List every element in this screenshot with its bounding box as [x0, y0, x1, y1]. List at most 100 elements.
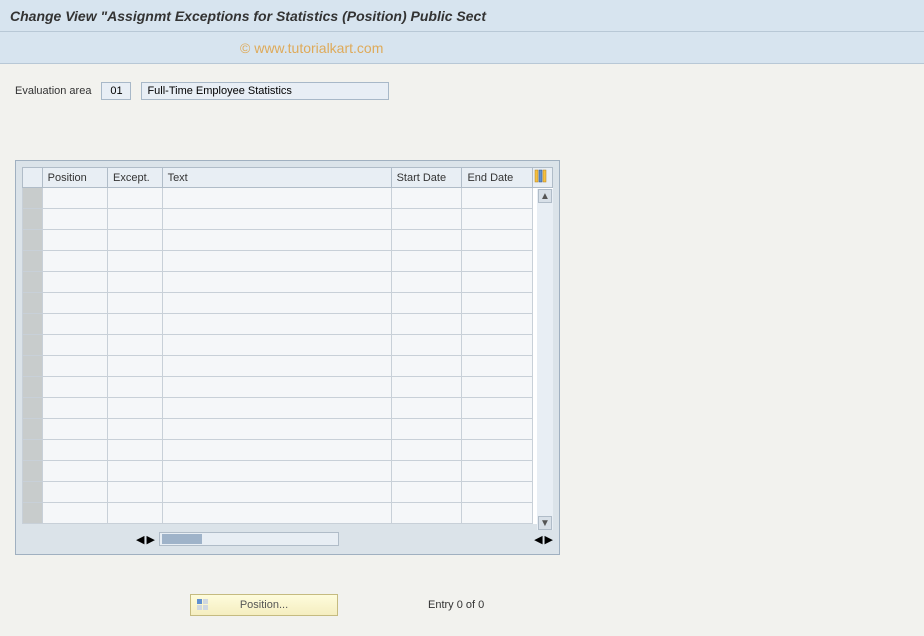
- cell[interactable]: [162, 314, 391, 335]
- row-selector[interactable]: [23, 419, 43, 440]
- cell[interactable]: [391, 377, 462, 398]
- cell[interactable]: [108, 209, 163, 230]
- cell[interactable]: [462, 440, 533, 461]
- cell[interactable]: [162, 419, 391, 440]
- cell[interactable]: [162, 461, 391, 482]
- cell[interactable]: [162, 251, 391, 272]
- cell[interactable]: [108, 188, 163, 209]
- row-selector[interactable]: [23, 188, 43, 209]
- cell[interactable]: [162, 188, 391, 209]
- cell[interactable]: [42, 230, 107, 251]
- cell[interactable]: [42, 398, 107, 419]
- cell[interactable]: [162, 377, 391, 398]
- cell[interactable]: [42, 251, 107, 272]
- cell[interactable]: [108, 440, 163, 461]
- cell[interactable]: [162, 335, 391, 356]
- cell[interactable]: [391, 188, 462, 209]
- cell[interactable]: [391, 461, 462, 482]
- scroll-up-icon[interactable]: ▲: [538, 189, 552, 203]
- cell[interactable]: [108, 314, 163, 335]
- cell[interactable]: [108, 482, 163, 503]
- cell[interactable]: [162, 356, 391, 377]
- evaluation-area-description-field[interactable]: Full-Time Employee Statistics: [141, 82, 389, 100]
- cell[interactable]: [42, 209, 107, 230]
- cell[interactable]: [162, 293, 391, 314]
- cell[interactable]: [462, 377, 533, 398]
- cell[interactable]: [162, 440, 391, 461]
- cell[interactable]: [391, 230, 462, 251]
- cell[interactable]: [391, 482, 462, 503]
- row-selector[interactable]: [23, 335, 43, 356]
- cell[interactable]: [108, 335, 163, 356]
- hscroll-track[interactable]: [159, 532, 339, 546]
- cell[interactable]: [42, 293, 107, 314]
- cell[interactable]: [42, 377, 107, 398]
- cell[interactable]: [162, 503, 391, 524]
- cell[interactable]: [391, 356, 462, 377]
- col-except[interactable]: Except.: [108, 168, 163, 188]
- cell[interactable]: [391, 503, 462, 524]
- cell[interactable]: [108, 230, 163, 251]
- row-selector[interactable]: [23, 209, 43, 230]
- cell[interactable]: [42, 419, 107, 440]
- row-selector[interactable]: [23, 293, 43, 314]
- cell[interactable]: [108, 356, 163, 377]
- cell[interactable]: [462, 419, 533, 440]
- cell[interactable]: [42, 335, 107, 356]
- cell[interactable]: [108, 251, 163, 272]
- row-selector[interactable]: [23, 377, 43, 398]
- cell[interactable]: [462, 314, 533, 335]
- cell[interactable]: [162, 230, 391, 251]
- row-selector[interactable]: [23, 272, 43, 293]
- scroll-down-icon[interactable]: ▼: [538, 516, 552, 530]
- cell[interactable]: [462, 230, 533, 251]
- cell[interactable]: [391, 419, 462, 440]
- cell[interactable]: [462, 335, 533, 356]
- cell[interactable]: [462, 251, 533, 272]
- col-text[interactable]: Text: [162, 168, 391, 188]
- row-selector[interactable]: [23, 440, 43, 461]
- cell[interactable]: [108, 419, 163, 440]
- row-selector[interactable]: [23, 314, 43, 335]
- hscroll-thumb[interactable]: [162, 534, 202, 544]
- cell[interactable]: [462, 398, 533, 419]
- cell[interactable]: [462, 503, 533, 524]
- cell[interactable]: [162, 398, 391, 419]
- row-selector[interactable]: [23, 251, 43, 272]
- cell[interactable]: [462, 482, 533, 503]
- cell[interactable]: [162, 209, 391, 230]
- hscroll-right-outer-icon[interactable]: ▶: [545, 533, 553, 546]
- cell[interactable]: [462, 272, 533, 293]
- cell[interactable]: [462, 293, 533, 314]
- cell[interactable]: [391, 209, 462, 230]
- cell[interactable]: [162, 482, 391, 503]
- row-selector[interactable]: [23, 230, 43, 251]
- cell[interactable]: [108, 293, 163, 314]
- cell[interactable]: [42, 188, 107, 209]
- row-selector[interactable]: [23, 356, 43, 377]
- cell[interactable]: [391, 272, 462, 293]
- cell[interactable]: [162, 272, 391, 293]
- position-button[interactable]: Position...: [190, 594, 338, 616]
- hscroll-left-outer-icon[interactable]: ◀: [136, 533, 144, 546]
- evaluation-area-code-field[interactable]: 01: [101, 82, 131, 100]
- cell[interactable]: [108, 461, 163, 482]
- cell[interactable]: [391, 335, 462, 356]
- hscroll-right-inner-icon[interactable]: ◀: [534, 533, 542, 546]
- cell[interactable]: [391, 440, 462, 461]
- cell[interactable]: [391, 314, 462, 335]
- cell[interactable]: [108, 272, 163, 293]
- cell[interactable]: [391, 398, 462, 419]
- cell[interactable]: [108, 377, 163, 398]
- cell[interactable]: [42, 314, 107, 335]
- cell[interactable]: [462, 356, 533, 377]
- row-selector[interactable]: [23, 398, 43, 419]
- col-start-date[interactable]: Start Date: [391, 168, 462, 188]
- cell[interactable]: [391, 251, 462, 272]
- vertical-scrollbar[interactable]: ▲ ▼: [537, 189, 553, 530]
- cell[interactable]: [42, 272, 107, 293]
- row-selector[interactable]: [23, 482, 43, 503]
- row-selector[interactable]: [23, 503, 43, 524]
- col-position[interactable]: Position: [42, 168, 107, 188]
- row-selector[interactable]: [23, 461, 43, 482]
